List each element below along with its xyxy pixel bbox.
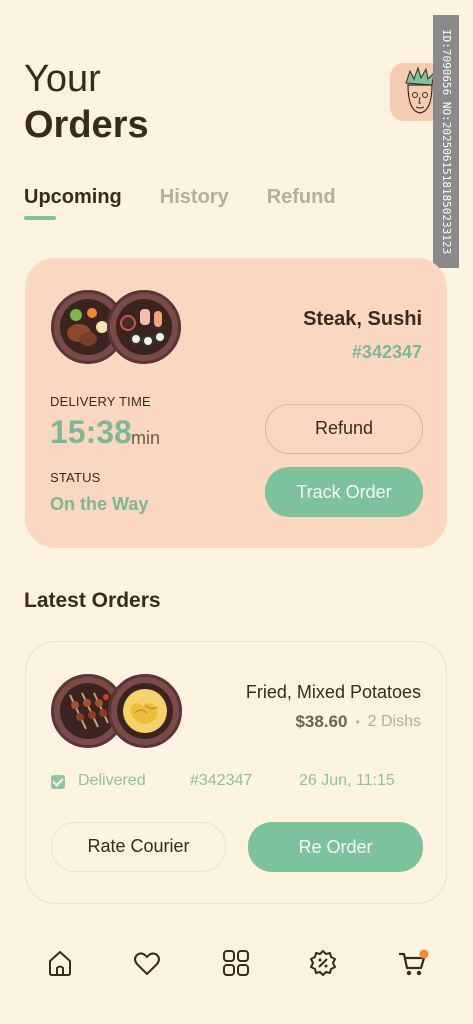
tab-refund[interactable]: Refund [267,184,336,216]
separator-dot: • [355,715,360,729]
current-order-card[interactable]: Steak, Sushi #342347 DELIVERY TIME 15:38… [25,258,447,548]
reorder-button[interactable]: Re Order [248,822,423,872]
refund-button[interactable]: Refund [265,404,423,454]
order-tabs: Upcoming History Refund [24,184,336,220]
bottom-nav [0,940,473,990]
track-order-button[interactable]: Track Order [265,467,423,517]
latest-date: 26 Jun, 11:15 [299,772,395,789]
latest-meta-row: Delivered #342347 26 Jun, 11:15 [51,772,423,796]
latest-orders-title: Latest Orders [24,589,161,612]
latest-dish-name: Fried, Mixed Potatoes [245,682,421,702]
cart-badge [419,949,429,959]
rate-courier-button[interactable]: Rate Courier [51,822,226,872]
watermark: ID:7090656 NO:20250615181850233123 [433,15,459,268]
latest-dish-count: 2 Dishs [367,713,421,730]
delivered-check-icon [51,775,65,789]
status-label: STATUS [50,470,101,485]
delivery-time-label: DELIVERY TIME [50,394,151,409]
latest-price-row: $38.60 • 2 Dishs [295,712,421,732]
cart-icon[interactable] [397,948,429,978]
latest-order-number: #342347 [190,772,253,789]
heart-icon[interactable] [132,948,162,978]
home-icon[interactable] [45,948,75,978]
current-order-number: #342347 [351,342,422,362]
current-dish-name: Steak, Sushi [303,308,422,330]
delivery-time-unit: min [131,428,161,448]
discount-icon[interactable] [308,948,338,978]
tab-upcoming[interactable]: Upcoming [24,184,122,220]
tab-history[interactable]: History [160,184,229,216]
latest-status: Delivered [78,772,146,789]
delivery-time-value: 15:38 [50,414,132,450]
page-title-line2: Orders [24,104,149,146]
potatoes-plate-image [108,674,182,748]
grid-icon[interactable] [221,948,251,978]
status-value: On the Way [50,494,149,514]
page-title-line1: Your [24,58,101,100]
sushi-plate-image [107,290,181,364]
latest-price: $38.60 [295,712,348,731]
latest-order-card[interactable]: Fried, Mixed Potatoes $38.60 • 2 Dishs D… [25,641,447,904]
